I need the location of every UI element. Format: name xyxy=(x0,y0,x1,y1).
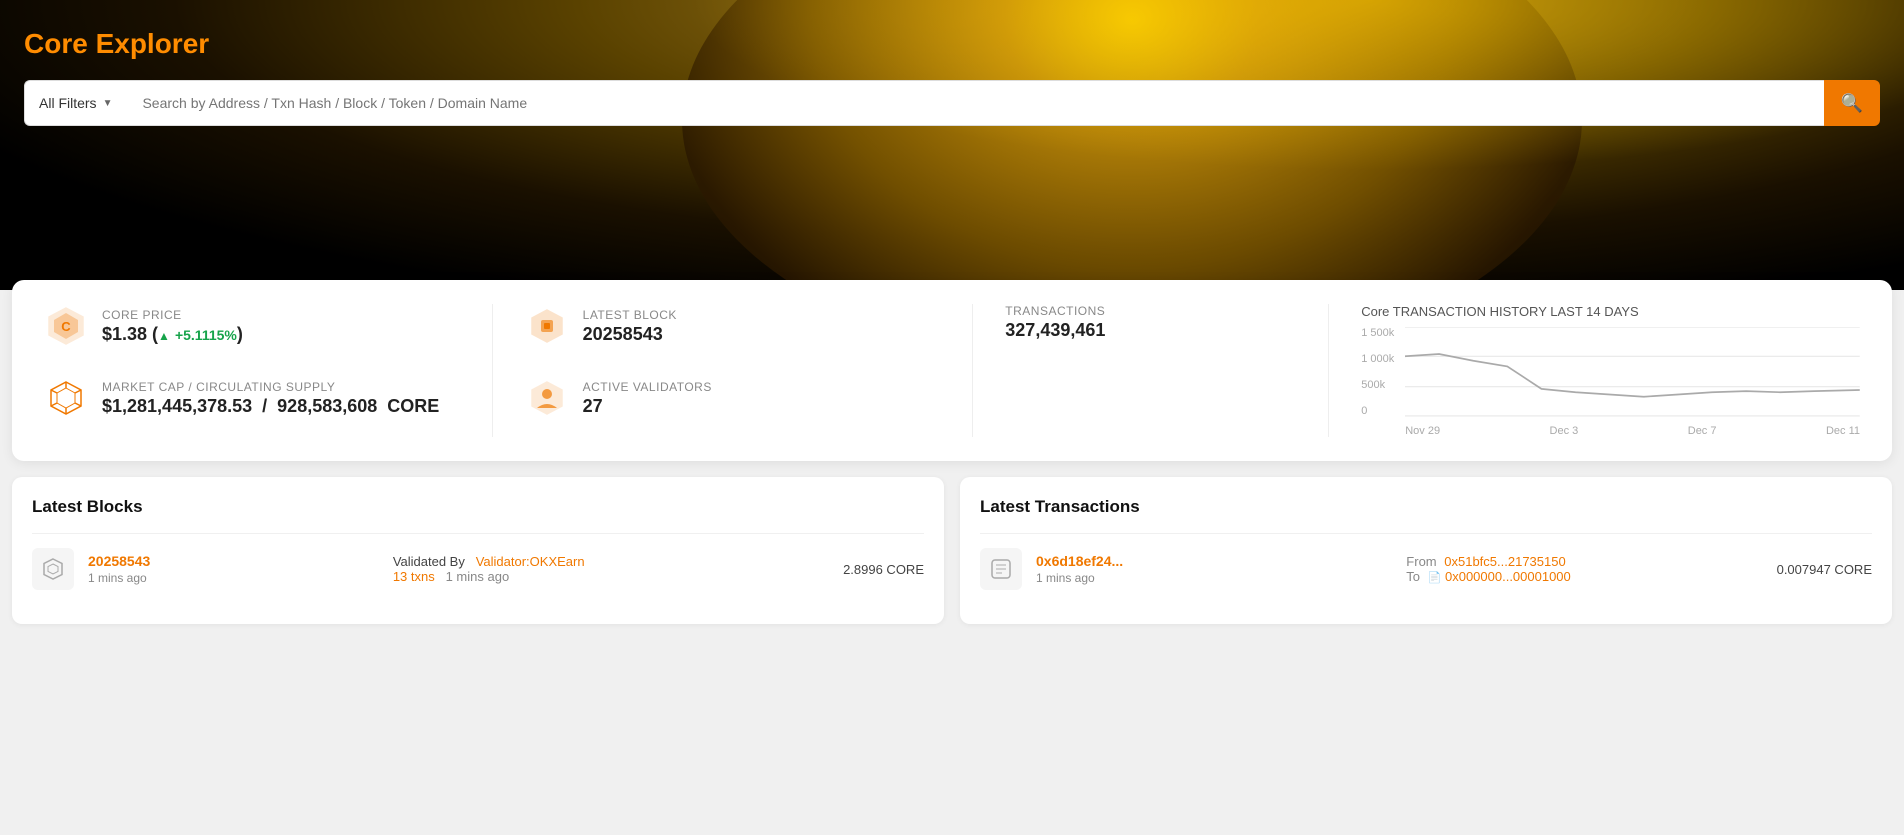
block-reward: 2.8996 CORE xyxy=(843,562,924,577)
tx-from-addr[interactable]: 0x51bfc5...21735150 xyxy=(1444,554,1565,569)
transactions-label: TRANSACTIONS xyxy=(1005,304,1296,318)
search-button[interactable]: 🔍 xyxy=(1824,80,1880,126)
chart-y-label-4: 1 500k xyxy=(1361,327,1394,339)
latest-blocks-panel: Latest Blocks 20258543 1 mins ago Valida… xyxy=(12,477,944,624)
block-txns-line: 13 txns 1 mins ago xyxy=(393,569,829,584)
market-cap-content: MARKET CAP / CIRCULATING SUPPLY $1,281,4… xyxy=(102,380,439,417)
block-info: 20258543 1 mins ago xyxy=(88,553,379,585)
tx-from-line: From 0x51bfc5...21735150 xyxy=(1406,554,1762,569)
search-bar: All Filters ▼ 🔍 xyxy=(24,80,1880,126)
filter-button[interactable]: All Filters ▼ xyxy=(24,80,126,126)
latest-transactions-panel: Latest Transactions 0x6d18ef24... 1 mins… xyxy=(960,477,1892,624)
latest-block-icon xyxy=(525,304,569,348)
chart-section: Core TRANSACTION HISTORY LAST 14 DAYS 1 … xyxy=(1328,304,1860,437)
circulating-supply: 928,583,608 xyxy=(277,396,377,416)
tx-to-icon: 📄 xyxy=(1428,572,1442,584)
tx-addresses: From 0x51bfc5...21735150 To 📄 0x000000..… xyxy=(1406,554,1762,584)
core-price-icon: C xyxy=(44,304,88,348)
tx-hash-link[interactable]: 0x6d18ef24... xyxy=(1036,553,1123,569)
chart-y-label-2: 500k xyxy=(1361,379,1394,391)
chart-y-labels: 1 500k 1 000k 500k 0 xyxy=(1361,327,1394,417)
tx-icon xyxy=(980,548,1022,590)
svg-text:C: C xyxy=(61,319,71,334)
supply-unit: CORE xyxy=(387,396,439,416)
chart-area: 1 500k 1 000k 500k 0 Nov 29 Dec 3 xyxy=(1361,327,1860,437)
bottom-panels: Latest Blocks 20258543 1 mins ago Valida… xyxy=(0,461,1904,640)
market-cap-value: $1,281,445,378.53 / 928,583,608 CORE xyxy=(102,396,439,417)
validated-by-label: Validated By xyxy=(393,554,465,569)
latest-transactions-title: Latest Transactions xyxy=(980,497,1872,517)
txns-count[interactable]: 13 txns xyxy=(393,569,435,584)
validators-content: ACTIVE VALIDATORS 27 xyxy=(583,380,712,417)
app-title: Core Explorer xyxy=(24,28,209,60)
tx-to-addr[interactable]: 0x000000...00001000 xyxy=(1445,569,1571,584)
tx-from-label: From xyxy=(1406,554,1436,569)
txns-time: 1 mins ago xyxy=(446,569,510,584)
market-cap-row: MARKET CAP / CIRCULATING SUPPLY $1,281,4… xyxy=(44,376,460,420)
block-number[interactable]: 20258543 xyxy=(88,553,150,569)
search-icon: 🔍 xyxy=(1841,93,1863,114)
validators-icon xyxy=(525,376,569,420)
tx-time: 1 mins ago xyxy=(1036,571,1392,585)
chart-date-4: Dec 11 xyxy=(1826,425,1860,437)
chart-title: Core TRANSACTION HISTORY LAST 14 DAYS xyxy=(1361,304,1860,319)
latest-block-value: 20258543 xyxy=(583,324,677,345)
stats-bar: C CORE PRICE $1.38 (▲ +5.1115%) xyxy=(12,280,1892,461)
transactions-value: 327,439,461 xyxy=(1005,320,1296,341)
validators-value: 27 xyxy=(583,396,712,417)
price-arrow: ▲ xyxy=(158,329,170,343)
chart-date-3: Dec 7 xyxy=(1688,425,1717,437)
chart-graph xyxy=(1405,327,1860,417)
latest-block-row: LATEST BLOCK 20258543 xyxy=(525,304,941,348)
transactions-content: TRANSACTIONS 327,439,461 xyxy=(1005,304,1296,341)
active-validators-row: ACTIVE VALIDATORS 27 xyxy=(525,376,941,420)
validators-label: ACTIVE VALIDATORS xyxy=(583,380,712,394)
market-cap-amount: $1,281,445,378.53 xyxy=(102,396,252,416)
latest-block-label: LATEST BLOCK xyxy=(583,308,677,322)
market-cap-label: MARKET CAP / CIRCULATING SUPPLY xyxy=(102,380,439,394)
hero-section: Core Explorer All Filters ▼ 🔍 xyxy=(0,0,1904,290)
price-change: +5.1115% xyxy=(175,327,237,343)
block-validator-section: Validated By Validator:OKXEarn 13 txns 1… xyxy=(393,554,829,584)
tx-hash-info: 0x6d18ef24... 1 mins ago xyxy=(1036,553,1392,585)
core-price-content: CORE PRICE $1.38 (▲ +5.1115%) xyxy=(102,308,243,345)
tx-to-label: To xyxy=(1406,569,1420,584)
block-validator-line: Validated By Validator:OKXEarn xyxy=(393,554,829,569)
block-time: 1 mins ago xyxy=(88,571,379,585)
market-cap-icon xyxy=(44,376,88,420)
tx-value: 0.007947 CORE xyxy=(1777,562,1872,577)
core-price-value: $1.38 (▲ +5.1115%) xyxy=(102,324,243,345)
search-input[interactable] xyxy=(126,80,1824,126)
block-row: 20258543 1 mins ago Validated By Validat… xyxy=(32,533,924,604)
chart-date-2: Dec 3 xyxy=(1550,425,1579,437)
price-section: C CORE PRICE $1.38 (▲ +5.1115%) xyxy=(44,304,460,437)
chart-x-labels: Nov 29 Dec 3 Dec 7 Dec 11 xyxy=(1405,425,1860,437)
tx-to-line: To 📄 0x000000...00001000 xyxy=(1406,569,1762,584)
validator-link[interactable]: Validator:OKXEarn xyxy=(476,554,585,569)
tx-chart-section: TRANSACTIONS 327,439,461 xyxy=(972,304,1296,437)
chart-date-1: Nov 29 xyxy=(1405,425,1440,437)
block-section: LATEST BLOCK 20258543 ACTIVE VALIDATORS … xyxy=(492,304,941,437)
chevron-down-icon: ▼ xyxy=(103,98,113,109)
core-price-label: CORE PRICE xyxy=(102,308,243,322)
latest-block-content: LATEST BLOCK 20258543 xyxy=(583,308,677,345)
block-icon xyxy=(32,548,74,590)
chart-y-label-1: 0 xyxy=(1361,405,1394,417)
price-amount: $1.38 xyxy=(102,324,147,344)
tx-row: 0x6d18ef24... 1 mins ago From 0x51bfc5..… xyxy=(980,533,1872,604)
core-price-row: C CORE PRICE $1.38 (▲ +5.1115%) xyxy=(44,304,460,348)
latest-blocks-title: Latest Blocks xyxy=(32,497,924,517)
filter-label: All Filters xyxy=(39,95,97,111)
chart-y-label-3: 1 000k xyxy=(1361,353,1394,365)
